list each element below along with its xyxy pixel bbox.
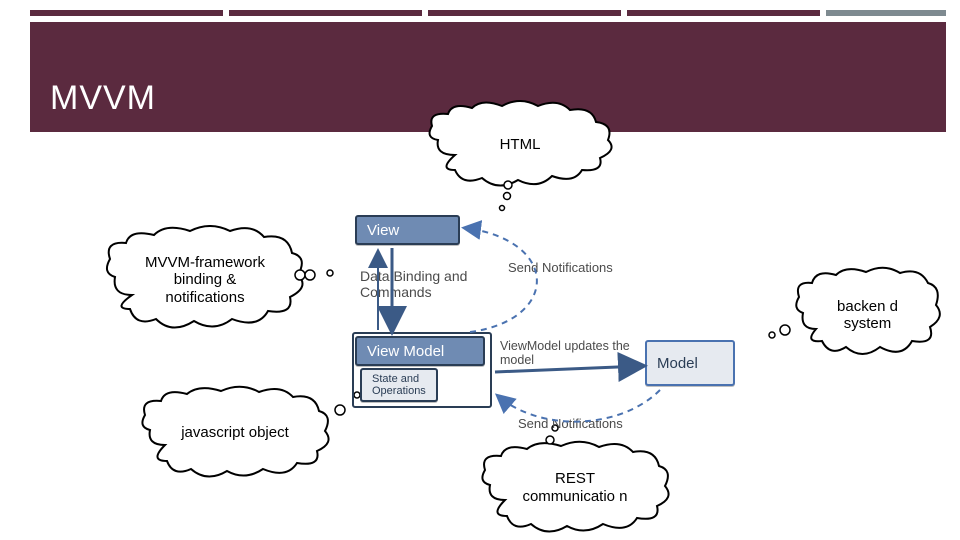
cloud-mvvmfw-label: MVVM-framework binding & notifications bbox=[135, 250, 275, 310]
cloud-rest-label: REST communicatio n bbox=[505, 466, 645, 509]
box-stateops-label: State and Operations bbox=[372, 373, 426, 397]
box-viewmodel-label: View Model bbox=[367, 343, 444, 360]
box-stateops: State and Operations bbox=[360, 368, 438, 402]
box-model: Model bbox=[645, 340, 735, 386]
box-view: View bbox=[355, 215, 460, 245]
topbar-seg bbox=[229, 10, 422, 16]
box-model-label: Model bbox=[657, 355, 698, 372]
cloud-html-label: HTML bbox=[494, 132, 547, 157]
hw-sendnotif-bottom: Send Notifications bbox=[518, 416, 623, 431]
cloud-mvvmfw: MVVM-framework binding & notifications bbox=[100, 225, 310, 335]
cloud-jsobj: javascript object bbox=[135, 385, 335, 480]
cloud-backend: backen d system bbox=[790, 265, 945, 365]
cloud-rest: REST communicatio n bbox=[475, 440, 675, 535]
hw-databinding: Data Binding and Commands bbox=[360, 268, 490, 300]
topbar-seg-alt bbox=[826, 10, 946, 16]
box-viewmodel: View Model bbox=[355, 336, 485, 366]
cloud-jsobj-label: javascript object bbox=[175, 420, 295, 445]
slide-title: MVVM bbox=[50, 79, 156, 118]
hw-vm-updates: ViewModel updates the model bbox=[500, 340, 630, 368]
topbar-seg bbox=[428, 10, 621, 16]
cloud-html: HTML bbox=[420, 100, 620, 190]
cloud-backend-label: backen d system bbox=[818, 294, 918, 337]
topbar-seg bbox=[30, 10, 223, 16]
decorative-topbar bbox=[30, 10, 946, 16]
topbar-seg bbox=[627, 10, 820, 16]
box-view-label: View bbox=[367, 222, 399, 239]
hw-sendnotif-top: Send Notifications bbox=[508, 260, 613, 275]
